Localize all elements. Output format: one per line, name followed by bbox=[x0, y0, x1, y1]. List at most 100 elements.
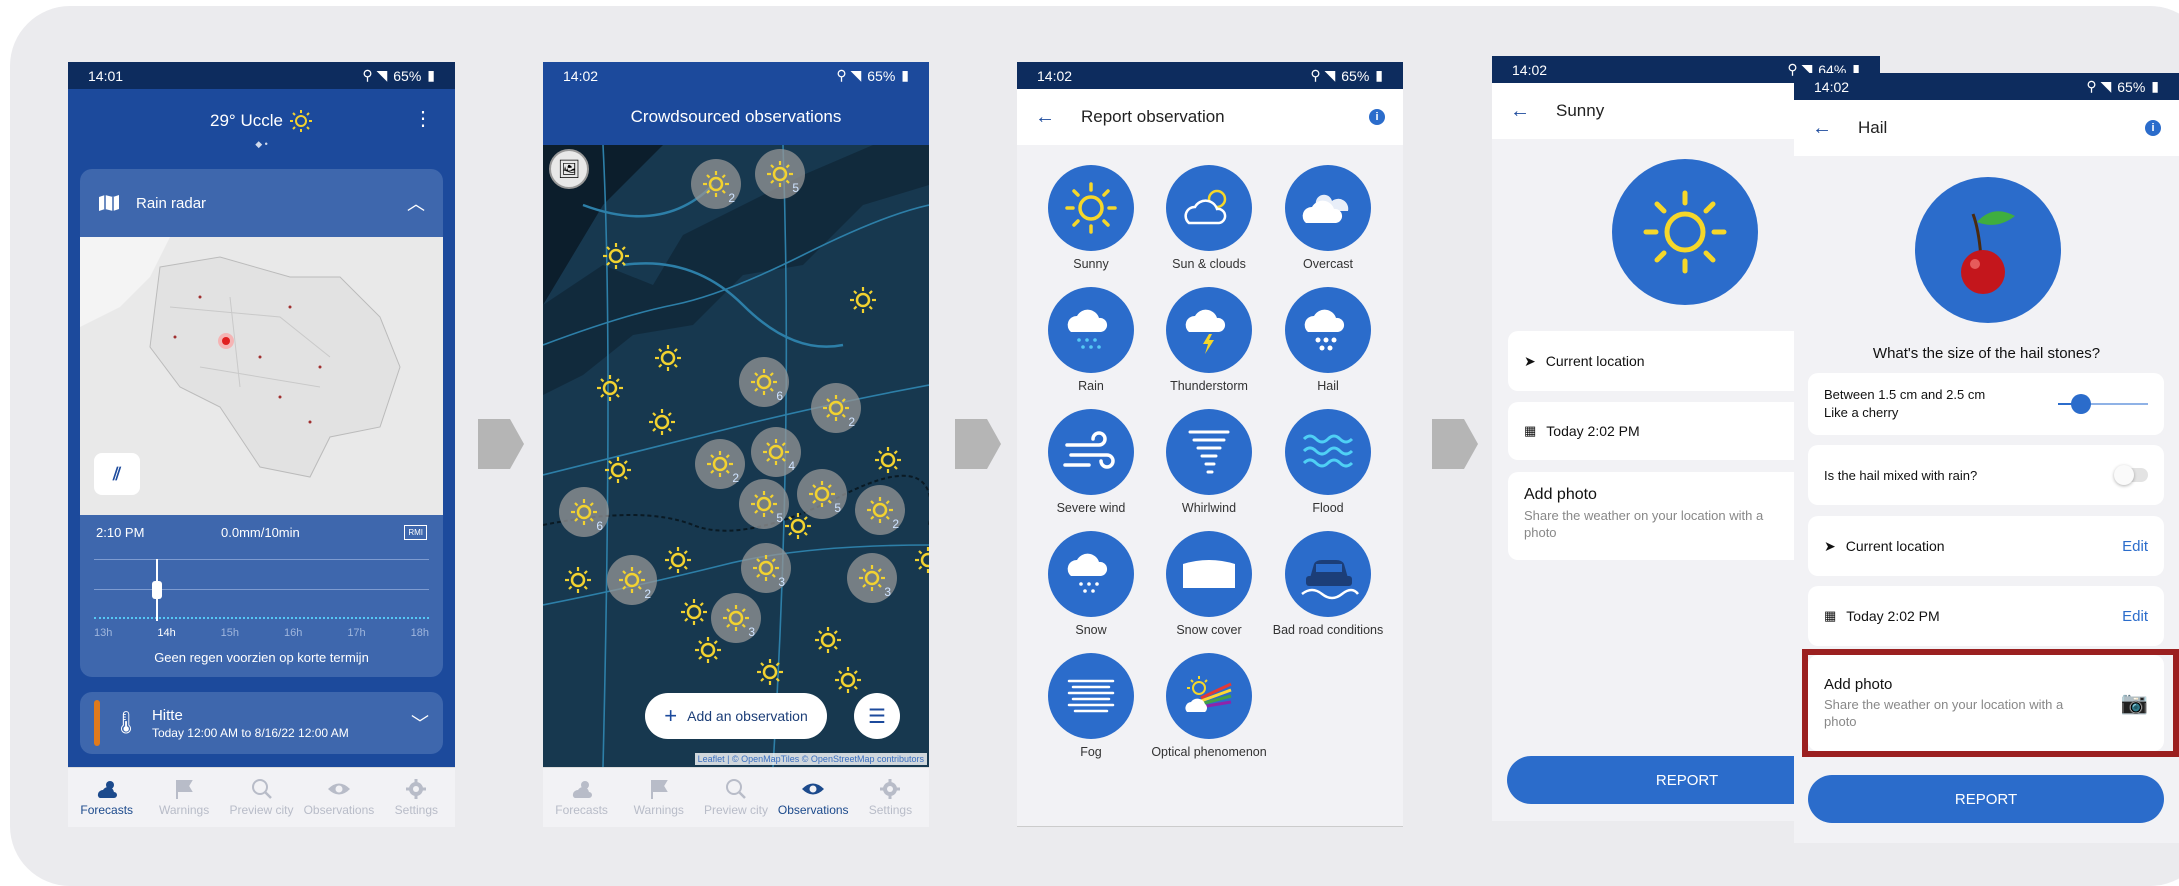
warning-color-bar bbox=[94, 700, 100, 746]
sun-marker-icon[interactable] bbox=[813, 625, 843, 660]
sun-marker-icon[interactable] bbox=[679, 597, 709, 632]
nav-forecasts[interactable]: Forecasts bbox=[68, 768, 145, 827]
observation-cluster[interactable]: 5 bbox=[739, 479, 789, 529]
list-view-button[interactable]: ☰ bbox=[854, 693, 900, 739]
radar-timeline[interactable]: 13h 14h 15h 16h 17h 18h bbox=[94, 559, 429, 639]
page-dots[interactable]: ◆ • bbox=[255, 139, 268, 150]
back-arrow-icon[interactable]: ← bbox=[1510, 100, 1530, 123]
observation-type-snow-cover[interactable]: Snow cover bbox=[1149, 531, 1269, 637]
observation-type-snow[interactable]: Snow bbox=[1031, 531, 1151, 637]
phone-observations-map: 14:02 ⚲ ◥ 65% ▮ Crowdsourced observations … bbox=[543, 62, 929, 827]
status-icons: ⚲ ◥ bbox=[362, 67, 388, 83]
observation-type-sun-clouds[interactable]: Sun & clouds bbox=[1149, 165, 1269, 271]
location-row[interactable]: ➤ Current location Edit bbox=[1808, 516, 2164, 576]
chevron-up-icon[interactable]: ︿ bbox=[407, 190, 425, 216]
observation-map[interactable]: 🖼 25624255263332 + Add an observation ☰ … bbox=[543, 145, 929, 767]
sun-marker-icon[interactable] bbox=[595, 373, 625, 408]
radar-map[interactable]: ⫽ bbox=[80, 237, 443, 515]
nav-label: Observations bbox=[777, 803, 849, 817]
observation-cluster[interactable]: 2 bbox=[691, 159, 741, 209]
search-icon bbox=[251, 779, 272, 799]
slider-thumb[interactable] bbox=[2070, 394, 2091, 414]
observation-type-sunny[interactable]: Sunny bbox=[1031, 165, 1151, 271]
observation-type-bad-road[interactable]: Bad road conditions bbox=[1268, 531, 1388, 637]
nav-preview-city[interactable]: Preview city bbox=[697, 768, 774, 827]
sun-marker-icon[interactable] bbox=[783, 511, 813, 546]
nav-label: Forecasts bbox=[555, 803, 608, 817]
observation-type-thunderstorm[interactable]: Thunderstorm bbox=[1149, 287, 1269, 393]
observation-cluster[interactable]: 3 bbox=[741, 543, 791, 593]
info-icon[interactable]: i bbox=[2145, 120, 2161, 136]
observation-type-whirlwind[interactable]: Whirlwind bbox=[1149, 409, 1269, 515]
observation-cluster[interactable]: 6 bbox=[739, 357, 789, 407]
chevron-down-icon[interactable]: ﹀ bbox=[411, 710, 429, 736]
observation-type-rain[interactable]: Rain bbox=[1031, 287, 1151, 393]
nav-settings[interactable]: Settings bbox=[852, 768, 929, 827]
fog-icon bbox=[1048, 653, 1134, 739]
observation-cluster[interactable]: 3 bbox=[847, 553, 897, 603]
observation-type-hail[interactable]: Hail bbox=[1268, 287, 1388, 393]
info-icon[interactable]: i bbox=[1369, 109, 1385, 125]
sun-marker-icon[interactable] bbox=[873, 445, 903, 480]
forecast-icon bbox=[97, 781, 117, 798]
observation-cluster[interactable]: 2 bbox=[695, 439, 745, 489]
sun-marker-icon[interactable] bbox=[693, 635, 723, 670]
nav-warnings[interactable]: Warnings bbox=[145, 768, 222, 827]
edit-datetime-link[interactable]: Edit bbox=[2122, 608, 2148, 625]
map-attribution[interactable]: Leaflet | © OpenMapTiles © OpenStreetMap… bbox=[694, 753, 927, 765]
sun-marker-icon[interactable] bbox=[563, 565, 593, 600]
sun-marker-icon[interactable] bbox=[663, 545, 693, 580]
observation-cluster[interactable]: 5 bbox=[755, 149, 805, 199]
cluster-count: 3 bbox=[748, 625, 755, 639]
sun-marker-icon[interactable] bbox=[601, 241, 631, 276]
datetime-label: Today 2:02 PM bbox=[1546, 423, 1640, 439]
nav-forecasts[interactable]: Forecasts bbox=[543, 768, 620, 827]
sun-marker-icon[interactable] bbox=[647, 407, 677, 442]
sun-marker-icon[interactable] bbox=[848, 285, 878, 320]
cluster-count: 5 bbox=[776, 511, 783, 525]
add-photo-subtitle: Share the weather on your location with … bbox=[1524, 508, 1764, 540]
nav-observations[interactable]: Observations bbox=[300, 768, 377, 827]
mixed-rain-label: Is the hail mixed with rain? bbox=[1824, 467, 1978, 483]
sun-marker-icon[interactable] bbox=[913, 545, 929, 580]
observation-type-overcast[interactable]: Overcast bbox=[1268, 165, 1388, 271]
sun-marker-icon[interactable] bbox=[603, 455, 633, 490]
rain-radar-header[interactable]: Rain radar ︿ bbox=[80, 169, 443, 237]
cluster-count: 2 bbox=[728, 191, 735, 205]
radar-layers-button[interactable]: ⫽ bbox=[94, 453, 140, 495]
observation-type-optical-phenomenon[interactable]: Optical phenomenon bbox=[1149, 653, 1269, 759]
nav-preview-city[interactable]: Preview city bbox=[223, 768, 300, 827]
datetime-row[interactable]: ▦ Today 2:02 PM Edit bbox=[1808, 586, 2164, 646]
observation-cluster[interactable]: 2 bbox=[855, 485, 905, 535]
add-observation-button[interactable]: + Add an observation bbox=[645, 693, 827, 739]
nav-observations[interactable]: Observations bbox=[775, 768, 852, 827]
sun-marker-icon[interactable] bbox=[755, 657, 785, 692]
mixed-rain-toggle[interactable] bbox=[2114, 465, 2148, 485]
warning-card[interactable]: 🌡 Hitte Today 12:00 AM to 8/16/22 12:00 … bbox=[80, 692, 443, 754]
observation-cluster[interactable]: 2 bbox=[811, 383, 861, 433]
hail-size-slider[interactable] bbox=[2058, 394, 2148, 414]
sun-marker-icon[interactable] bbox=[653, 343, 683, 378]
observation-cluster[interactable]: 6 bbox=[559, 487, 609, 537]
back-arrow-icon[interactable]: ← bbox=[1035, 106, 1055, 129]
add-photo-row[interactable]: Add photo Share the weather on your loca… bbox=[1808, 655, 2164, 751]
observation-type-fog[interactable]: Fog bbox=[1031, 653, 1151, 759]
observation-type-flood[interactable]: Flood bbox=[1268, 409, 1388, 515]
more-menu-icon[interactable]: ⋮ bbox=[413, 109, 433, 129]
sun-marker-icon[interactable] bbox=[833, 665, 863, 700]
observation-cluster[interactable]: 2 bbox=[607, 555, 657, 605]
status-time: 14:02 bbox=[563, 67, 599, 84]
observation-type-severe-wind[interactable]: Severe wind bbox=[1031, 409, 1151, 515]
camera-icon[interactable]: 📷 bbox=[2121, 690, 2148, 716]
nav-settings[interactable]: Settings bbox=[378, 768, 455, 827]
report-button[interactable]: REPORT bbox=[1808, 775, 2164, 823]
cluster-count: 5 bbox=[792, 181, 799, 195]
observation-cluster[interactable]: 4 bbox=[751, 427, 801, 477]
layers-button[interactable]: 🖼 bbox=[549, 149, 589, 189]
battery-icon: ▮ bbox=[1375, 67, 1383, 83]
nav-warnings[interactable]: Warnings bbox=[620, 768, 697, 827]
back-arrow-icon[interactable]: ← bbox=[1812, 117, 1832, 140]
overcast-icon bbox=[1285, 165, 1371, 251]
edit-location-link[interactable]: Edit bbox=[2122, 538, 2148, 555]
observation-type-label: Sunny bbox=[1073, 257, 1109, 271]
